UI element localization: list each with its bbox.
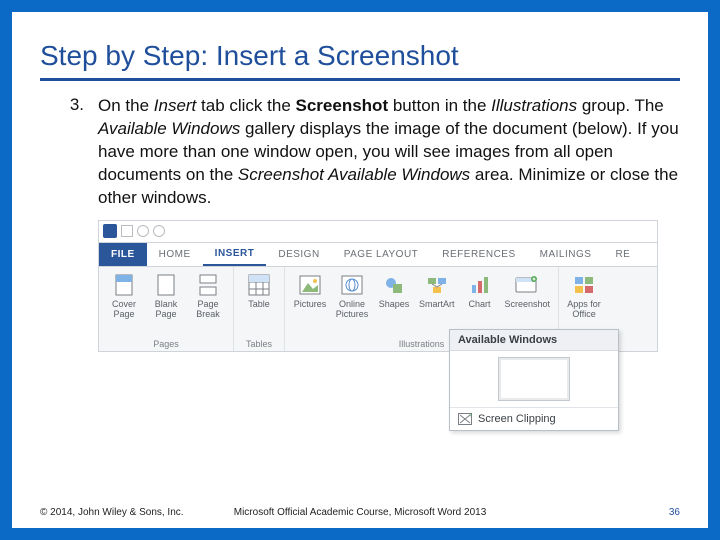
lbl: Pictures — [294, 300, 327, 310]
chart-icon — [468, 273, 492, 297]
ribbon-tabs: FILE HOME INSERT DESIGN PAGE LAYOUT REFE… — [98, 242, 658, 266]
cover-page-icon — [112, 273, 136, 297]
word-app-icon — [103, 224, 117, 238]
tab-review-fragment[interactable]: RE — [603, 243, 642, 266]
insert-word: Insert — [154, 96, 197, 115]
table-icon — [247, 273, 271, 297]
smartart-button[interactable]: SmartArt — [419, 273, 455, 320]
footer: © 2014, John Wiley & Sons, Inc. Microsof… — [40, 507, 680, 518]
pictures-button[interactable]: Pictures — [293, 273, 327, 320]
word-ribbon-image: FILE HOME INSERT DESIGN PAGE LAYOUT REFE… — [98, 220, 658, 352]
dropdown-body — [450, 351, 618, 407]
page-break-button[interactable]: PageBreak — [191, 273, 225, 320]
window-thumbnail[interactable] — [498, 357, 570, 401]
tab-file[interactable]: FILE — [99, 243, 147, 266]
step-row: 3. On the Insert tab click the Screensho… — [40, 95, 680, 210]
apps-icon — [572, 273, 596, 297]
smartart-icon — [425, 273, 449, 297]
cover-page-button[interactable]: CoverPage — [107, 273, 141, 320]
lbl: Shapes — [379, 300, 410, 310]
tab-design[interactable]: DESIGN — [266, 243, 331, 266]
screen-clipping-item[interactable]: + Screen Clipping — [450, 407, 618, 430]
t: tab click the — [196, 96, 295, 115]
lbl: OnlinePictures — [336, 300, 369, 320]
lbl: CoverPage — [112, 300, 136, 320]
blank-page-icon — [154, 273, 178, 297]
pictures-icon — [298, 273, 322, 297]
step-text: On the Insert tab click the Screenshot b… — [98, 95, 680, 210]
group-label: Pages — [107, 337, 225, 349]
lbl: Chart — [469, 300, 491, 310]
blank-page-button[interactable]: BlankPage — [149, 273, 183, 320]
lbl: SmartArt — [419, 300, 455, 310]
saw-word: Screenshot Available Windows — [238, 165, 470, 184]
step-number: 3. — [64, 95, 84, 210]
screenshot-icon — [515, 273, 539, 297]
page-title: Step by Step: Insert a Screenshot — [40, 40, 680, 81]
group-tables: Table Tables — [234, 267, 285, 351]
online-pictures-button[interactable]: OnlinePictures — [335, 273, 369, 320]
group-label: Tables — [242, 337, 276, 349]
chart-button[interactable]: Chart — [463, 273, 497, 320]
screen-clipping-icon: + — [458, 413, 472, 425]
tab-references[interactable]: REFERENCES — [430, 243, 527, 266]
qat-save-icon — [121, 225, 133, 237]
ribbon: CoverPage BlankPage PageBreak Pages — [98, 266, 658, 352]
lbl: Table — [248, 300, 270, 310]
shapes-button[interactable]: Shapes — [377, 273, 411, 320]
t: group. The — [577, 96, 664, 115]
online-pictures-icon — [340, 273, 364, 297]
lbl: BlankPage — [155, 300, 178, 320]
avail-windows-word: Available Windows — [98, 119, 240, 138]
dropdown-header: Available Windows — [450, 330, 618, 351]
page-break-icon — [196, 273, 220, 297]
svg-text:+: + — [469, 413, 472, 419]
lbl: Apps forOffice — [567, 300, 601, 320]
screenshot-dropdown: Available Windows + Screen Clipping — [449, 329, 619, 431]
apps-for-office-button[interactable]: Apps forOffice — [567, 273, 601, 320]
lbl: Screenshot — [505, 300, 551, 310]
tab-page-layout[interactable]: PAGE LAYOUT — [332, 243, 431, 266]
group-pages: CoverPage BlankPage PageBreak Pages — [99, 267, 234, 351]
screenshot-button[interactable]: Screenshot — [505, 273, 551, 320]
tab-mailings[interactable]: MAILINGS — [528, 243, 604, 266]
lbl: PageBreak — [196, 300, 220, 320]
titlebar — [98, 220, 658, 242]
tab-home[interactable]: HOME — [147, 243, 203, 266]
screenshot-word: Screenshot — [296, 96, 389, 115]
qat-undo-icon — [137, 225, 149, 237]
t: On the — [98, 96, 154, 115]
table-button[interactable]: Table — [242, 273, 276, 310]
course-name: Microsoft Official Academic Course, Micr… — [40, 507, 680, 518]
qat-redo-icon — [153, 225, 165, 237]
shapes-icon — [382, 273, 406, 297]
tab-insert[interactable]: INSERT — [203, 243, 267, 266]
screen-clipping-label: Screen Clipping — [478, 413, 556, 425]
t: button in the — [388, 96, 491, 115]
slide: Step by Step: Insert a Screenshot 3. On … — [0, 0, 720, 540]
illustrations-word: Illustrations — [491, 96, 577, 115]
